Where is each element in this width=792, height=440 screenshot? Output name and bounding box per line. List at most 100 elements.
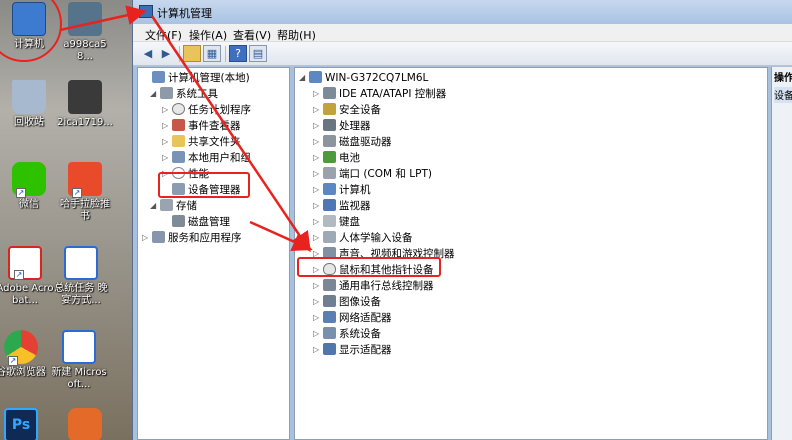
tree-item-local-users-groups[interactable]: ▷ 本地用户和组 <box>162 150 251 166</box>
device-category[interactable]: ▷ 人体学输入设备 <box>313 230 413 246</box>
device-category[interactable]: ▷ 系统设备 <box>313 326 381 342</box>
desktop-icon-label: 哈手拉脸推书 <box>60 199 110 222</box>
shortcut-arrow-icon: ↗ <box>16 188 26 198</box>
desktop-icon-wechat[interactable]: ↗ 微信 <box>0 162 58 211</box>
tree-item-computer-management-local[interactable]: 计算机管理(本地) <box>142 70 250 86</box>
disk-management-icon <box>172 215 185 227</box>
imaging-icon <box>323 295 336 307</box>
device-category[interactable]: ▷ 键盘 <box>313 214 360 230</box>
device-category-label: 系统设备 <box>339 328 381 340</box>
menu-help[interactable]: 帮助(H) <box>277 27 316 43</box>
tree-item-storage[interactable]: ◢ 存储 <box>150 198 197 214</box>
tree-expander[interactable]: ▷ <box>313 310 323 326</box>
desktop-icon-acrobat[interactable]: ↗ Adobe Acrobat... <box>0 246 54 307</box>
desktop-icon-word-doc-2[interactable]: 新建 Microsoft... <box>50 330 108 391</box>
computer-icon <box>323 183 336 195</box>
tree-item-task-scheduler[interactable]: ▷ 任务计划程序 <box>162 102 251 118</box>
video-file-icon <box>68 80 102 114</box>
shortcut-arrow-icon: ↗ <box>72 188 82 198</box>
highlight-mouse-devices <box>297 257 441 277</box>
tree-expander[interactable]: ◢ <box>150 198 160 214</box>
computer-management-icon <box>139 5 153 18</box>
tree-item-label: 磁盘管理 <box>188 216 230 228</box>
tree-expander[interactable]: ▷ <box>313 230 323 246</box>
tree-expander[interactable]: ▷ <box>162 102 172 118</box>
device-category-label: 电池 <box>339 152 360 164</box>
up-folder-icon[interactable] <box>183 45 201 62</box>
tree-expander[interactable]: ▷ <box>313 198 323 214</box>
tree-expander[interactable]: ▷ <box>313 118 323 134</box>
back-icon[interactable]: ◀ <box>139 45 157 62</box>
tree-expander[interactable]: ◢ <box>150 86 160 102</box>
device-tree-root[interactable]: ◢ WIN-G372CQ7LM6L <box>299 70 428 86</box>
disk-drive-icon <box>323 135 336 147</box>
tree-item-label: 服务和应用程序 <box>168 232 242 244</box>
desktop-icon-recycle-bin[interactable]: 回收站 <box>0 80 58 129</box>
device-category[interactable]: ▷ 监视器 <box>313 198 371 214</box>
services-icon <box>152 231 165 243</box>
tree-expander[interactable]: ▷ <box>162 134 172 150</box>
device-category[interactable]: ▷ 安全设备 <box>313 102 381 118</box>
device-category-label: 显示适配器 <box>339 344 392 356</box>
desktop-icon-chrome[interactable]: ↗ 谷歌浏览器 <box>0 330 50 379</box>
tree-expander[interactable]: ▷ <box>313 150 323 166</box>
action-pane-device-item[interactable]: 设备 <box>774 87 792 103</box>
device-category-label: 计算机 <box>339 184 371 196</box>
desktop-icon-photoshop[interactable]: Ps <box>0 408 50 440</box>
desktop-icon-reader[interactable]: ↗ 哈手拉脸推书 <box>56 162 114 223</box>
device-category[interactable]: ▷ 通用串行总线控制器 <box>313 278 434 294</box>
device-category[interactable]: ▷ 电池 <box>313 150 360 166</box>
tree-expander[interactable]: ▷ <box>313 166 323 182</box>
menu-view[interactable]: 查看(V) <box>233 27 271 43</box>
tree-expander[interactable]: ▷ <box>162 150 172 166</box>
help-icon[interactable]: ? <box>229 45 247 62</box>
tree-expander[interactable]: ▷ <box>313 102 323 118</box>
tree-expander[interactable]: ▷ <box>313 342 323 358</box>
desktop-icon-image[interactable]: a998ca58... <box>56 2 114 63</box>
device-category[interactable]: ▷ 处理器 <box>313 118 371 134</box>
tree-expander[interactable]: ▷ <box>313 278 323 294</box>
device-category[interactable]: ▷ 网络适配器 <box>313 310 392 326</box>
wechat-icon: ↗ <box>12 162 46 198</box>
device-category[interactable]: ▷ 图像设备 <box>313 294 381 310</box>
usb-icon <box>323 279 336 291</box>
forward-icon[interactable]: ▶ <box>157 45 175 62</box>
show-tree-icon[interactable]: ▦ <box>203 45 221 62</box>
tree-expander[interactable]: ▷ <box>313 182 323 198</box>
tree-expander[interactable]: ▷ <box>313 214 323 230</box>
device-category-label: 磁盘驱动器 <box>339 136 392 148</box>
tree-item-system-tools[interactable]: ◢ 系统工具 <box>150 86 218 102</box>
tree-expander[interactable]: ▷ <box>313 86 323 102</box>
tree-item-shared-folders[interactable]: ▷ 共享文件夹 <box>162 134 241 150</box>
action-pane-header: 操作 <box>774 73 792 84</box>
system-device-icon <box>323 327 336 339</box>
tree-expander[interactable]: ▷ <box>313 326 323 342</box>
desktop-icon-game[interactable] <box>56 408 114 440</box>
users-icon <box>172 151 185 163</box>
device-category[interactable]: ▷ 显示适配器 <box>313 342 392 358</box>
computer-name: WIN-G372CQ7LM6L <box>325 72 429 84</box>
tree-item-disk-management[interactable]: 磁盘管理 <box>162 214 230 230</box>
tree-expander[interactable]: ▷ <box>162 118 172 134</box>
shortcut-arrow-icon: ↗ <box>14 270 24 280</box>
tree-item-services-applications[interactable]: ▷ 服务和应用程序 <box>142 230 242 246</box>
desktop-icon-video[interactable]: 2ica1719... <box>56 80 114 129</box>
device-category[interactable]: ▷ 磁盘驱动器 <box>313 134 392 150</box>
device-category[interactable]: ▷ IDE ATA/ATAPI 控制器 <box>313 86 446 102</box>
device-category-label: 处理器 <box>339 120 371 132</box>
menu-file[interactable]: 文件(F) <box>145 27 182 43</box>
device-category[interactable]: ▷ 计算机 <box>313 182 371 198</box>
desktop-icon-label: 总统任务 晚宴方式... <box>54 283 108 306</box>
tree-expander[interactable]: ▷ <box>313 294 323 310</box>
tree-expander[interactable]: ▷ <box>142 230 152 246</box>
tree-expander[interactable]: ◢ <box>299 70 309 86</box>
title-bar[interactable]: 计算机管理 <box>133 0 792 24</box>
tree-item-event-viewer[interactable]: ▷ 事件查看器 <box>162 118 241 134</box>
desktop-icon-word-doc-1[interactable]: 总统任务 晚宴方式... <box>52 246 110 307</box>
tree-expander[interactable]: ▷ <box>313 134 323 150</box>
desktop-icon-label: a998ca58... <box>63 39 107 62</box>
port-icon <box>323 167 336 179</box>
view-icon[interactable]: ▤ <box>249 45 267 62</box>
device-category[interactable]: ▷ 端口 (COM 和 LPT) <box>313 166 432 182</box>
menu-action[interactable]: 操作(A) <box>189 27 227 43</box>
